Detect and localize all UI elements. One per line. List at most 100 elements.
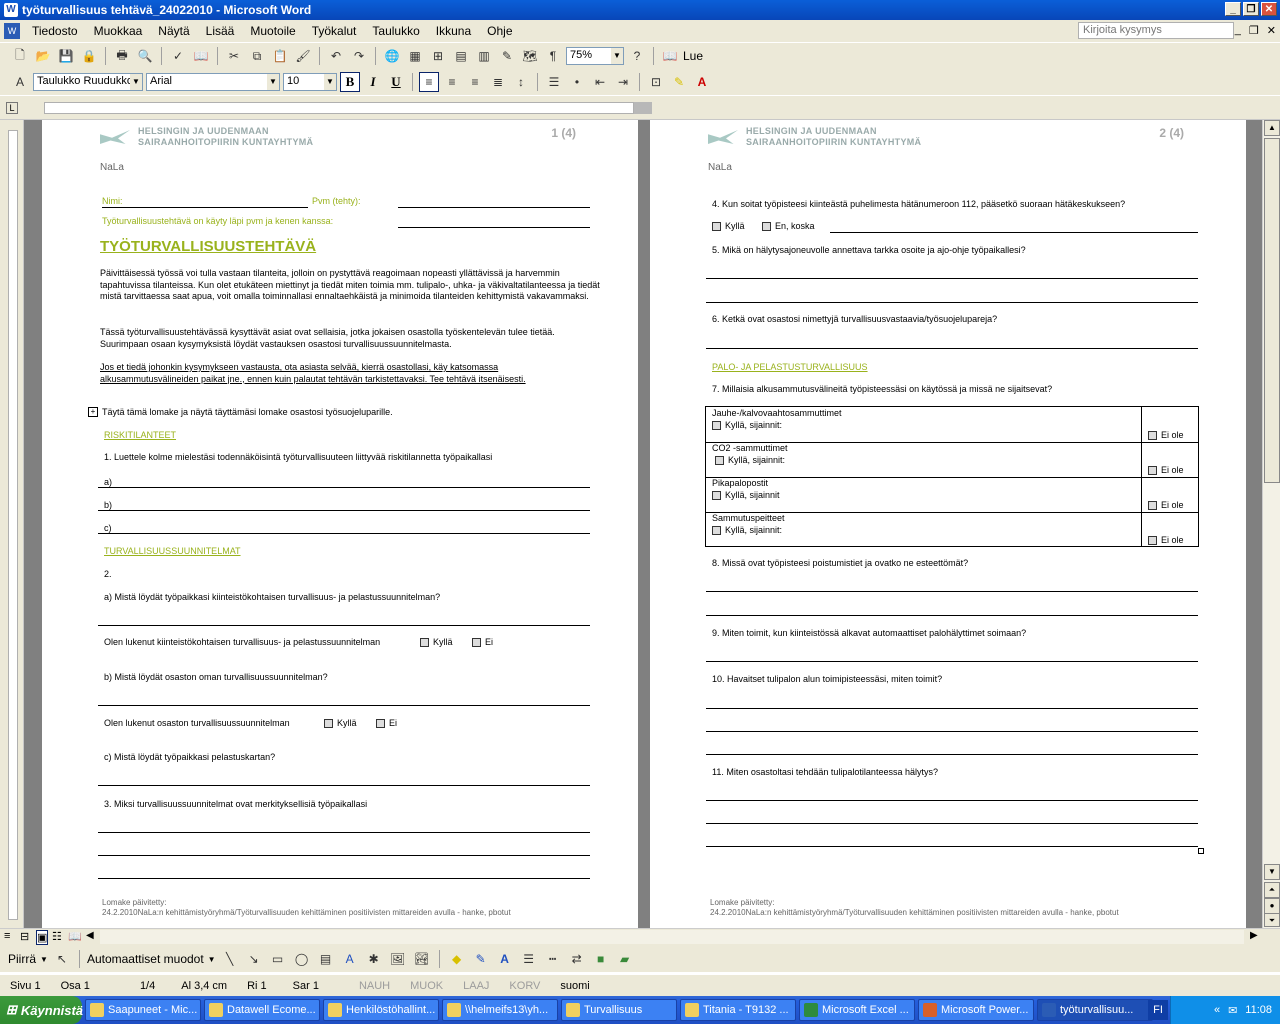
decrease-indent-icon[interactable]: ⇤ [590, 72, 610, 92]
font-size-select[interactable]: 10 ▼ [283, 73, 337, 91]
save-icon[interactable]: 💾 [56, 46, 76, 66]
arrow-icon[interactable]: ↘ [244, 949, 264, 969]
draw-menu[interactable]: Piirrä [8, 952, 36, 966]
page-1[interactable]: HELSINGIN JA UUDENMAAN SAIRAANHOITOPIIRIN… [42, 120, 638, 928]
menu-insert[interactable]: Lisää [198, 24, 243, 38]
table-row-location-checkbox[interactable]: Kyllä, sijainnit [712, 490, 780, 501]
table-row-none-checkbox[interactable]: Ei ole [1148, 535, 1184, 546]
open-icon[interactable]: 📂 [33, 46, 53, 66]
view-outline-icon[interactable]: ☷ [52, 930, 62, 943]
font-select[interactable]: Arial ▼ [146, 73, 280, 91]
view-normal-icon[interactable]: ≡ [4, 930, 10, 942]
bold-button[interactable]: B [340, 72, 360, 92]
3d-icon[interactable]: ▰ [615, 949, 635, 969]
print-icon[interactable]: 🖶 [112, 46, 132, 66]
vertical-scrollbar[interactable]: ▲ ▼ ⏶ ● ⏷ [1262, 120, 1280, 928]
vertical-ruler[interactable] [0, 120, 24, 928]
line-spacing-icon[interactable]: ↕ [511, 72, 531, 92]
word-app-icon[interactable]: W [4, 3, 18, 17]
permission-icon[interactable]: 🔒 [79, 46, 99, 66]
q2a-yes-checkbox[interactable]: Kyllä [420, 637, 453, 648]
new-doc-icon[interactable]: 🗋 [10, 46, 30, 66]
table-row-location-checkbox[interactable]: Kyllä, sijainnit: [712, 420, 782, 431]
doc-minimize-icon[interactable]: _ [1235, 24, 1241, 37]
task-titania[interactable]: Titania - T9132 ... [680, 999, 796, 1021]
task-word[interactable]: työturvallisuu... [1037, 999, 1153, 1021]
undo-icon[interactable]: ↶ [326, 46, 346, 66]
start-button[interactable]: ⊞ Käynnistä [0, 996, 83, 1024]
picture-icon[interactable]: 🏞 [412, 949, 432, 969]
underline-button[interactable]: U [386, 72, 406, 92]
line-icon[interactable]: ╲ [220, 949, 240, 969]
menu-table[interactable]: Taulukko [364, 24, 427, 38]
borders-icon[interactable]: ⊡ [646, 72, 666, 92]
tab-selector-icon[interactable]: L [6, 102, 18, 114]
table-row-none-checkbox[interactable]: Ei ole [1148, 465, 1184, 476]
close-button[interactable]: ✕ [1261, 2, 1277, 16]
doc-restore-icon[interactable]: ❐ [1249, 24, 1259, 37]
q2a-no-checkbox[interactable]: Ei [472, 637, 493, 648]
q4-yes-checkbox[interactable]: Kyllä [712, 221, 745, 232]
task-datawell[interactable]: Datawell Ecome... [204, 999, 320, 1021]
scroll-down-icon[interactable]: ▼ [1264, 864, 1280, 880]
menu-tools[interactable]: Työkalut [304, 24, 365, 38]
menu-help[interactable]: Ohje [479, 24, 520, 38]
table-row-location-checkbox[interactable]: Kyllä, sijainnit: [715, 455, 785, 466]
status-language[interactable]: suomi [550, 980, 599, 992]
bullets-icon[interactable]: • [567, 72, 587, 92]
scroll-thumb[interactable] [1264, 138, 1280, 483]
italic-button[interactable]: I [363, 72, 383, 92]
help-search-input[interactable]: Kirjoita kysymys [1078, 22, 1234, 39]
redo-icon[interactable]: ↷ [349, 46, 369, 66]
scroll-right-icon[interactable]: ▶ [1250, 930, 1258, 941]
format-painter-icon[interactable]: 🖌 [293, 46, 313, 66]
scroll-left-icon[interactable]: ◀ [86, 930, 94, 941]
view-reading-icon[interactable]: 📖 [68, 930, 82, 943]
diagram-icon[interactable]: ✱ [364, 949, 384, 969]
columns-icon[interactable]: ▥ [474, 46, 494, 66]
menu-window[interactable]: Ikkuna [428, 24, 479, 38]
language-indicator[interactable]: FI [1148, 1000, 1168, 1020]
select-objects-icon[interactable]: ↖ [52, 949, 72, 969]
zoom-select[interactable]: 75% ▼ [566, 47, 624, 65]
spelling-icon[interactable]: ✓ [168, 46, 188, 66]
status-extend[interactable]: LAAJ [453, 980, 499, 992]
justify-icon[interactable]: ≣ [488, 72, 508, 92]
status-record[interactable]: NAUH [329, 980, 400, 992]
task-powerpoint[interactable]: Microsoft Power... [918, 999, 1034, 1021]
browse-object-icon[interactable]: ● [1264, 898, 1280, 914]
font-color-draw-icon[interactable]: A [495, 949, 515, 969]
line-color-icon[interactable]: ✎ [471, 949, 491, 969]
wordart-icon[interactable]: A [340, 949, 360, 969]
styles-icon[interactable]: A [10, 72, 30, 92]
q2b-no-checkbox[interactable]: Ei [376, 718, 397, 729]
cut-icon[interactable]: ✂ [224, 46, 244, 66]
task-excel[interactable]: Microsoft Excel ... [799, 999, 915, 1021]
horizontal-scrollbar[interactable]: ≡ ⊟ ▣ ☷ 📖 ◀ ▶ [0, 928, 1280, 946]
menu-format[interactable]: Muotoile [242, 24, 303, 38]
align-left-icon[interactable]: ≡ [419, 72, 439, 92]
paste-icon[interactable]: 📋 [270, 46, 290, 66]
view-web-icon[interactable]: ⊟ [20, 930, 29, 943]
table-move-handle-icon[interactable]: + [88, 407, 98, 417]
clipart-icon[interactable]: 🖼 [388, 949, 408, 969]
document-map-icon[interactable]: 🗺 [520, 46, 540, 66]
document-area[interactable]: HELSINGIN JA UUDENMAAN SAIRAANHOITOPIIRIN… [24, 120, 1262, 928]
mail-icon[interactable]: ✉ [1228, 1004, 1237, 1017]
copy-icon[interactable]: ⧉ [247, 46, 267, 66]
task-outlook[interactable]: Saapuneet - Mic... [85, 999, 201, 1021]
horizontal-ruler[interactable]: L [0, 96, 1280, 120]
autoshapes-menu[interactable]: Automaattiset muodot [87, 952, 204, 966]
table-row-none-checkbox[interactable]: Ei ole [1148, 430, 1184, 441]
clock[interactable]: 11:08 [1245, 1004, 1272, 1016]
oval-icon[interactable]: ◯ [292, 949, 312, 969]
research-icon[interactable]: 📖 [191, 46, 211, 66]
previous-page-icon[interactable]: ⏶ [1264, 882, 1280, 898]
document-icon[interactable]: W [4, 23, 20, 39]
arrow-style-icon[interactable]: ⇄ [567, 949, 587, 969]
minimize-button[interactable]: _ [1225, 2, 1241, 16]
line-style-icon[interactable]: ☰ [519, 949, 539, 969]
maximize-button[interactable]: ❐ [1243, 2, 1259, 16]
menu-view[interactable]: Näytä [150, 24, 197, 38]
increase-indent-icon[interactable]: ⇥ [613, 72, 633, 92]
